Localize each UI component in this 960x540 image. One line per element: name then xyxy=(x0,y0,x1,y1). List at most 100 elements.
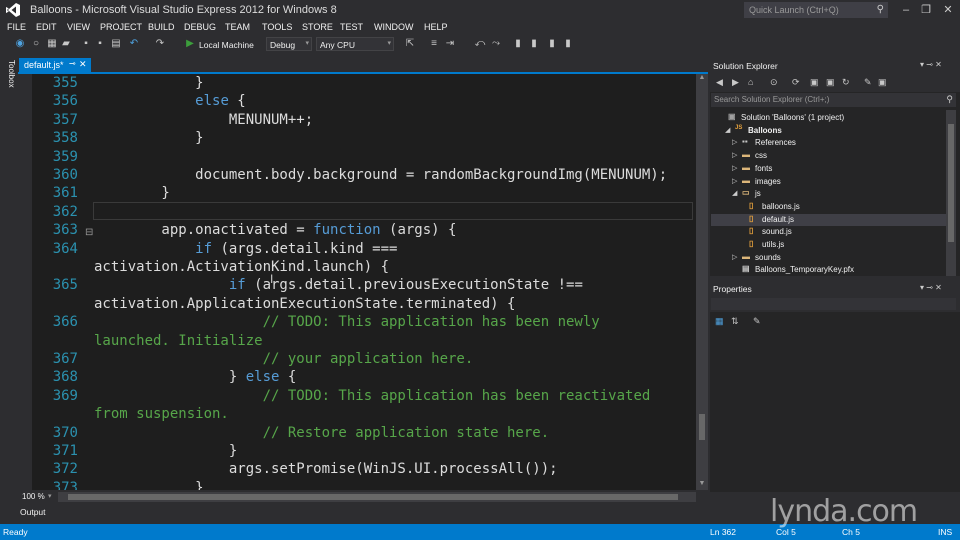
menu-build[interactable]: BUILD xyxy=(148,22,175,32)
editor-horizontal-scrollbar[interactable] xyxy=(58,492,696,502)
tree-item[interactable]: ◢ ▭ js xyxy=(711,188,946,200)
comment-token: // TODO: This application has been react… xyxy=(94,387,651,404)
menu-team[interactable]: TEAM xyxy=(225,22,250,32)
pin-icon[interactable]: ⊸ xyxy=(69,59,76,68)
pending-changes-icon[interactable]: ⊙ xyxy=(770,77,778,88)
tree-item[interactable]: ▤ Balloons_TemporaryKey.pfx xyxy=(711,264,946,276)
menu-view[interactable]: VIEW xyxy=(67,22,90,32)
collapse-icon[interactable]: ◢ xyxy=(725,126,730,134)
home-icon[interactable]: ⌂ xyxy=(748,77,753,87)
toolbox-tab[interactable]: Toolbox xyxy=(2,60,16,100)
menu-help[interactable]: HELP xyxy=(424,22,448,32)
step-over-icon[interactable]: ⤳ xyxy=(490,38,502,50)
undo-icon[interactable]: ↶ xyxy=(128,38,140,50)
tree-item[interactable]: ▷ ▬ css xyxy=(711,150,946,162)
panel-controls[interactable]: ▾ ⊸ ✕ xyxy=(920,60,942,69)
menu-store[interactable]: STORE xyxy=(302,22,333,32)
property-pages-icon[interactable]: ✎ xyxy=(753,316,761,327)
comment-token: // Restore application state here. xyxy=(94,424,550,441)
expand-icon[interactable]: ▷ xyxy=(732,253,737,261)
scrollbar-thumb[interactable] xyxy=(699,414,705,440)
save-all-icon[interactable]: ▪ xyxy=(94,38,106,50)
run-target-label[interactable]: Local Machine xyxy=(199,40,254,50)
expand-icon[interactable]: ▷ xyxy=(732,177,737,185)
code-token: app.onactivated = xyxy=(94,222,314,239)
quick-launch-input[interactable]: Quick Launch (Ctrl+Q) ⚲ xyxy=(744,2,888,18)
preview-icon[interactable]: ▣ xyxy=(878,77,887,88)
forward-icon[interactable]: ▶ xyxy=(732,77,739,88)
step-back-icon[interactable]: ⤺ xyxy=(474,38,486,50)
keyword-token: else xyxy=(195,93,229,110)
next-bookmark-icon[interactable]: ▮ xyxy=(546,38,558,50)
scrollbar-thumb[interactable] xyxy=(948,124,954,242)
zoom-dropdown[interactable]: 100 % ▾ xyxy=(18,491,58,503)
panel-controls[interactable]: ▾ ⊸ ✕ xyxy=(920,283,942,292)
menu-window[interactable]: WINDOW xyxy=(374,22,414,32)
scroll-up-icon[interactable]: ▲ xyxy=(696,74,708,84)
scroll-down-icon[interactable]: ▼ xyxy=(696,480,708,490)
expand-icon[interactable]: ▷ xyxy=(732,151,737,159)
tree-item[interactable]: ▷ ▪▪ References xyxy=(711,137,946,149)
navigate-forward-icon[interactable]: ○ xyxy=(30,38,42,50)
menu-tools[interactable]: TOOLS xyxy=(262,22,292,32)
sync-icon[interactable]: ⟳ xyxy=(792,77,800,88)
solution-explorer-search-input[interactable]: Search Solution Explorer (Ctrl+;) ⚲ xyxy=(711,93,956,107)
menu-project[interactable]: PROJECT xyxy=(100,22,142,32)
tree-item[interactable]: ▷ ▬ sounds xyxy=(711,252,946,264)
title-bar: Balloons - Microsoft Visual Studio Expre… xyxy=(0,0,960,20)
clear-bookmarks-icon[interactable]: ▮ xyxy=(562,38,574,50)
cut-icon[interactable]: ▤ xyxy=(110,38,122,50)
js-file-icon: ▯ xyxy=(749,200,754,210)
navigate-back-icon[interactable]: ◉ xyxy=(14,38,26,50)
menu-file[interactable]: FILE xyxy=(7,22,26,32)
open-file-icon[interactable]: ▰ xyxy=(60,38,72,50)
properties-icon[interactable]: ✎ xyxy=(864,77,872,88)
bookmark-icon[interactable]: ▮ xyxy=(512,38,524,50)
quick-launch-placeholder: Quick Launch (Ctrl+Q) xyxy=(749,5,839,15)
collapse-region-icon[interactable]: ⊟ xyxy=(85,227,93,238)
prev-bookmark-icon[interactable]: ▮ xyxy=(528,38,540,50)
menu-test[interactable]: TEST xyxy=(340,22,363,32)
editor-vertical-scrollbar[interactable]: ▲ ▼ xyxy=(696,74,708,490)
close-button[interactable]: ✕ xyxy=(938,3,958,17)
menu-debug[interactable]: DEBUG xyxy=(184,22,216,32)
alphabetical-icon[interactable]: ⇅ xyxy=(731,316,739,327)
tree-item[interactable]: ◢ JS Balloons xyxy=(711,125,946,137)
refresh-icon[interactable]: ↻ xyxy=(842,77,850,88)
attach-icon[interactable]: ⇱ xyxy=(404,38,416,50)
menu-edit[interactable]: EDIT xyxy=(36,22,57,32)
close-icon[interactable]: ✕ xyxy=(79,59,87,70)
line-number: 355 xyxy=(52,75,78,91)
redo-icon[interactable]: ↷ xyxy=(154,38,166,50)
format-icon[interactable]: ≡ xyxy=(428,38,440,50)
restore-button[interactable]: ❐ xyxy=(916,3,936,17)
new-project-icon[interactable]: ▦ xyxy=(46,38,58,50)
minimize-button[interactable]: – xyxy=(896,3,916,17)
tab-default-js[interactable]: default.js* ⊸ ✕ xyxy=(19,58,91,72)
expand-icon[interactable]: ▷ xyxy=(732,164,737,172)
code-editor[interactable]: 355 } 356 else {357 MENUNUM++; 358 } 359 360… xyxy=(32,74,696,490)
comment-token: from suspension. xyxy=(94,406,229,423)
back-icon[interactable]: ◀ xyxy=(716,77,723,88)
tree-item[interactable]: ▷ ▬ images xyxy=(711,176,946,188)
tree-item[interactable]: ▯ sound.js xyxy=(711,226,946,238)
expand-icon[interactable]: ▷ xyxy=(732,138,737,146)
solution-explorer-scrollbar[interactable] xyxy=(946,110,956,276)
tree-item[interactable]: ▯ utils.js xyxy=(711,239,946,251)
output-tab[interactable]: Output xyxy=(20,507,46,517)
collapse-icon[interactable]: ◢ xyxy=(732,189,737,197)
indent-icon[interactable]: ⇥ xyxy=(444,38,456,50)
tree-item[interactable]: ▯ balloons.js xyxy=(711,201,946,213)
show-all-files-icon[interactable]: ▣ xyxy=(826,77,835,88)
tree-item[interactable]: ▷ ▬ fonts xyxy=(711,163,946,175)
tree-item[interactable]: ▯ default.js xyxy=(711,213,946,226)
start-debugging-icon[interactable]: ▶ xyxy=(184,38,196,50)
scrollbar-thumb[interactable] xyxy=(68,494,678,500)
properties-object-dropdown[interactable] xyxy=(711,298,956,310)
save-icon[interactable]: ▪ xyxy=(80,38,92,50)
tree-item[interactable]: ▣ Solution 'Balloons' (1 project) xyxy=(711,112,946,124)
categorized-icon[interactable]: ▦ xyxy=(715,316,724,327)
platform-dropdown[interactable]: Any CPU ▾ xyxy=(316,37,394,51)
configuration-dropdown[interactable]: Debug ▾ xyxy=(266,37,312,51)
collapse-all-icon[interactable]: ▣ xyxy=(810,77,819,88)
